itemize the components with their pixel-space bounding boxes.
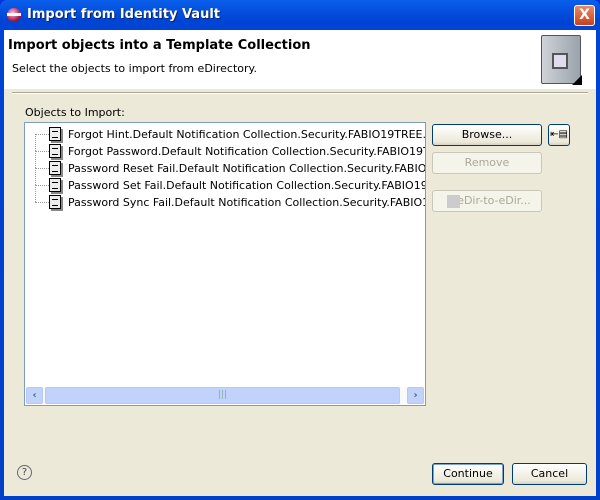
divider	[12, 92, 588, 94]
objects-label: Objects to Import:	[25, 106, 125, 119]
browse-button[interactable]: Browse...	[432, 124, 542, 146]
wizard-header: Import objects into a Template Collectio…	[4, 30, 596, 89]
objects-tree[interactable]: Forgot Hint.Default Notification Collect…	[24, 122, 426, 406]
page-title: Import objects into a Template Collectio…	[8, 38, 311, 53]
cancel-button[interactable]: Cancel	[512, 463, 587, 485]
import-list-icon: ⇤▤	[550, 129, 568, 140]
scrollbar-thumb[interactable]: |||	[45, 387, 400, 404]
title-bar: Import from Identity Vault X	[0, 0, 600, 30]
edir-to-edir-button[interactable]: eDir-to-eDir...	[432, 190, 542, 212]
continue-button[interactable]: Continue	[432, 463, 504, 485]
document-icon	[49, 161, 61, 175]
page-description: Select the objects to import from eDirec…	[12, 62, 257, 75]
close-button[interactable]: X	[574, 5, 595, 26]
dialog-window: Import from Identity Vault X Import obje…	[0, 0, 600, 500]
help-icon[interactable]: ?	[17, 465, 32, 480]
remove-button[interactable]: Remove	[432, 152, 542, 174]
dialog-body: Import objects into a Template Collectio…	[4, 30, 596, 496]
edir-icon	[447, 195, 460, 208]
horizontal-scrollbar[interactable]: ‹ ||| ›	[26, 387, 424, 404]
scroll-left-button[interactable]: ‹	[26, 387, 43, 404]
vault-icon	[541, 35, 582, 85]
window-title: Import from Identity Vault	[27, 7, 220, 22]
scroll-right-button[interactable]: ›	[407, 387, 424, 404]
add-from-list-button[interactable]: ⇤▤	[548, 124, 570, 146]
document-icon	[49, 178, 61, 192]
document-icon	[49, 195, 61, 209]
document-icon	[49, 144, 61, 158]
document-icon	[49, 127, 61, 141]
eclipse-icon	[7, 8, 21, 22]
